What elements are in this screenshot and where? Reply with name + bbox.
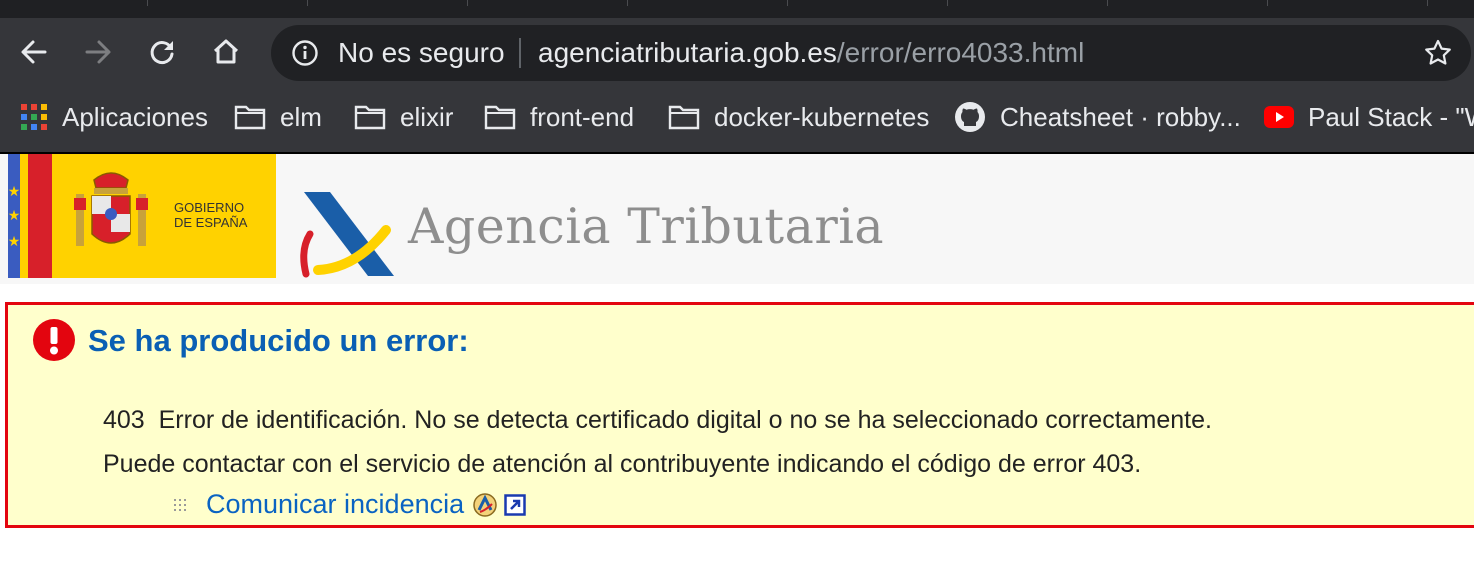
security-status[interactable]: No es seguro [338,25,505,81]
gobierno-line-1: GOBIERNO [174,200,245,215]
home-icon [213,39,239,64]
svg-text:★: ★ [8,207,20,223]
forward-button[interactable] [78,32,118,72]
bookmark-label: Cheatsheet · robby... [1000,101,1241,132]
reload-icon [150,41,174,64]
incident-link-row: Comunicar incidencia [174,489,526,520]
agency-name: Agencia Tributaria [408,198,885,255]
star-icon[interactable] [1423,38,1453,68]
bookmark-aplicaciones[interactable]: Aplicaciones [20,88,208,146]
list-bullet-icon [174,498,186,511]
error-title: Se ha producido un error: [88,323,469,358]
address-bar[interactable]: No es seguro agenciatributaria.gob.es/er… [271,25,1471,81]
reload-button[interactable] [142,32,182,72]
bookmark-folder-elm[interactable]: elm [234,88,322,146]
folder-icon [234,105,266,130]
url-text[interactable]: agenciatributaria.gob.es/error/erro4033.… [538,25,1084,81]
back-arrow-icon [21,40,47,64]
url-host: agenciatributaria.gob.es [538,37,837,68]
back-button[interactable] [14,32,54,72]
bookmark-label: elm [280,101,322,132]
forward-arrow-icon [85,40,111,64]
browser-toolbar: No es seguro agenciatributaria.gob.es/er… [0,18,1474,88]
tab-strip [0,0,1474,18]
comunicar-incidencia-link[interactable]: Comunicar incidencia [206,489,464,520]
error-message: 403 Error de identificación. No se detec… [103,406,1212,435]
bookmark-paul-stack[interactable]: Paul Stack - "W [1264,88,1474,146]
gobierno-line-2: DE ESPAÑA [174,215,248,230]
folder-icon [668,105,700,130]
svg-text:★: ★ [8,183,20,199]
bookmarks-bar: Aplicaciones elm elixir front-end docker… [0,88,1474,152]
url-path: /error/erro4033.html [836,37,1085,68]
error-panel: Se ha producido un error: 403 Error de i… [5,302,1474,528]
external-link-icon[interactable] [504,493,526,516]
home-button[interactable] [206,32,246,72]
gobierno-text: GOBIERNO DE ESPAÑA [174,200,247,230]
apps-grid-icon [21,104,47,130]
error-exclamation-icon [33,319,75,361]
info-icon[interactable] [291,39,319,67]
github-icon [955,102,985,132]
bookmark-cheatsheet[interactable]: Cheatsheet · robby... [954,88,1241,146]
bookmark-label: Paul Stack - "W [1308,101,1474,132]
youtube-icon [1264,106,1294,128]
bookmark-label: Aplicaciones [62,101,208,132]
svg-text:★: ★ [8,233,20,249]
bookmark-folder-front-end[interactable]: front-end [484,88,634,146]
error-description: Error de identificación. No se detecta c… [158,406,1212,434]
error-contact-text: Puede contactar con el servicio de atenc… [103,450,1142,478]
error-code: 403 [103,406,145,434]
agencia-tributaria-logo[interactable] [296,190,396,278]
folder-icon [354,105,386,130]
folder-icon [484,105,516,130]
omnibox-divider [519,38,521,68]
bookmark-label: front-end [530,101,635,132]
certificate-required-icon[interactable] [472,492,498,518]
bookmark-label: docker-kubernetes [714,101,930,132]
bookmark-folder-docker-kubernetes[interactable]: docker-kubernetes [668,88,929,146]
bookmark-folder-elixir[interactable]: elixir [354,88,453,146]
bookmark-label: elixir [400,101,454,132]
